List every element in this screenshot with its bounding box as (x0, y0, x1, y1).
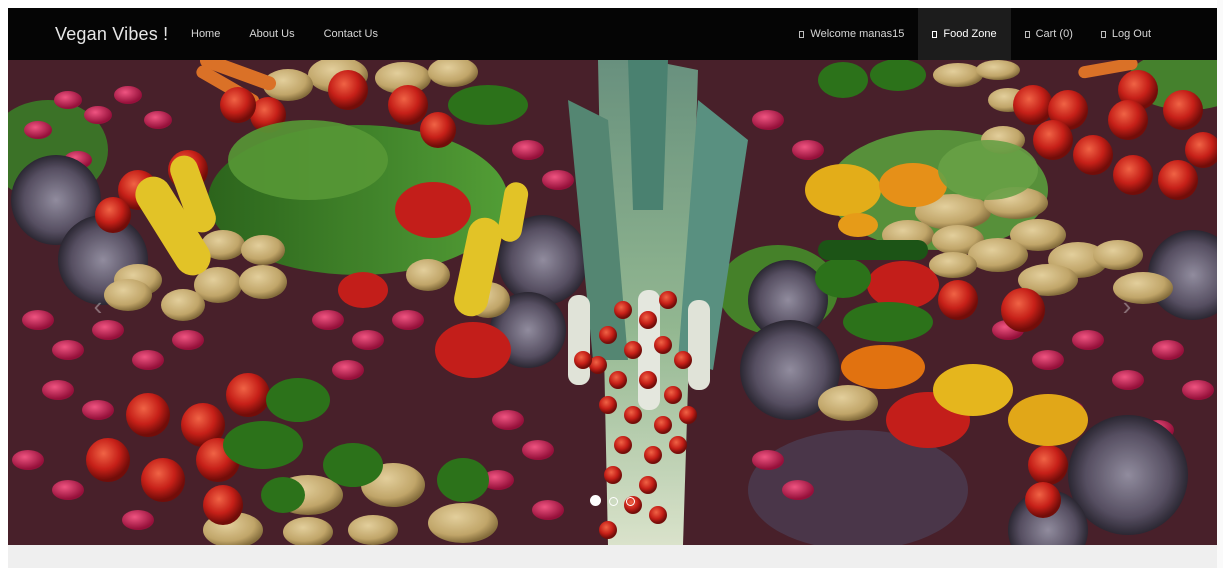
user-nav: Welcome manas15 Food Zone Cart (0) Log O… (785, 8, 1165, 60)
nav-logout-link[interactable]: Log Out (1087, 8, 1165, 60)
carousel-prev-button[interactable]: ‹ (80, 288, 116, 324)
vegetables-hero-image (8, 60, 1217, 545)
logout-icon (1100, 30, 1106, 38)
hero-carousel[interactable]: ‹ › (8, 60, 1217, 545)
cart-label: Cart (0) (1035, 28, 1073, 40)
primary-nav: Home About Us Contact Us (191, 8, 407, 60)
carousel-next-button[interactable]: › (1109, 288, 1145, 324)
brand-logo-link[interactable]: Vegan Vibes ! (55, 8, 168, 60)
carousel-dot-1[interactable] (589, 495, 601, 506)
top-navbar: Vegan Vibes ! Home About Us Contact Us W… (8, 8, 1217, 60)
cart-icon (1024, 30, 1030, 38)
nav-food-zone-link[interactable]: Food Zone (918, 8, 1011, 60)
carousel-dot-2[interactable] (609, 497, 618, 506)
page-edge (1217, 0, 1223, 568)
logout-label: Log Out (1111, 28, 1151, 40)
nav-home-link[interactable]: Home (191, 8, 220, 60)
user-icon (799, 30, 805, 38)
carousel-dot-3[interactable] (626, 497, 636, 506)
food-icon (932, 30, 938, 38)
content-area-start (8, 545, 1217, 568)
nav-cart-link[interactable]: Cart (0) (1011, 8, 1087, 60)
nav-about-link[interactable]: About Us (249, 8, 294, 60)
nav-welcome-user[interactable]: Welcome manas15 (785, 8, 918, 60)
carousel-indicators (8, 493, 1217, 511)
nav-contact-link[interactable]: Contact Us (324, 8, 378, 60)
food-zone-label: Food Zone (943, 28, 997, 40)
welcome-label: Welcome manas15 (810, 28, 905, 40)
